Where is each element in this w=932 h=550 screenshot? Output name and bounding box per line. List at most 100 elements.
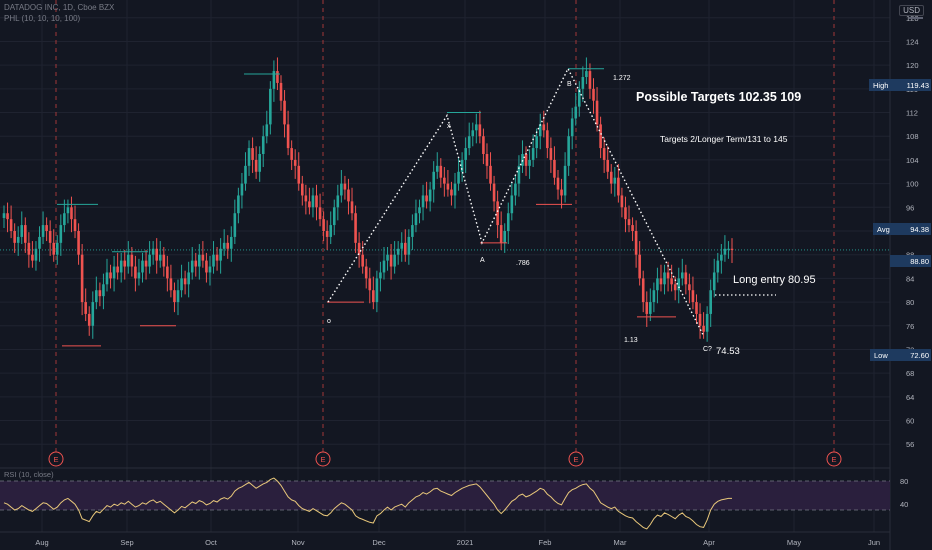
- earnings-marker-label: E: [831, 455, 836, 464]
- candle-body: [283, 100, 286, 125]
- candle-body: [680, 272, 684, 279]
- time-tick-label: Mar: [614, 538, 627, 547]
- price-tick-label: 124: [906, 37, 919, 46]
- candle-body: [453, 183, 457, 196]
- candle-body: [222, 242, 226, 249]
- candle-body: [634, 231, 638, 255]
- candle-body: [304, 195, 308, 202]
- candle-body: [446, 183, 450, 190]
- collapse-icon[interactable]: [909, 17, 923, 19]
- candle-body: [673, 284, 677, 291]
- candle-body: [166, 266, 169, 279]
- candle-body: [105, 272, 109, 285]
- candle-body: [503, 231, 507, 243]
- time-tick-label: Aug: [35, 538, 48, 547]
- candle-body: [553, 159, 556, 178]
- possible-targets-note: Possible Targets 102.35 109: [636, 90, 801, 104]
- candle-body: [240, 183, 244, 196]
- grid-lines: [0, 0, 890, 532]
- low-badge: Low 72.60: [870, 349, 931, 361]
- candle-body: [464, 148, 467, 160]
- candle-body: [45, 225, 48, 231]
- candle-body: [514, 183, 517, 196]
- candle-body: [38, 236, 41, 249]
- time-tick-label: Nov: [291, 538, 305, 547]
- candle-body: [98, 290, 102, 297]
- chart-canvas[interactable]: 1281241201161121081041009692888480767268…: [0, 0, 932, 550]
- candle-body: [457, 171, 460, 184]
- candle-body: [684, 272, 688, 285]
- candle-body: [212, 254, 215, 267]
- candle-body: [13, 231, 16, 243]
- candle-body: [528, 159, 531, 166]
- candle-body: [606, 159, 610, 172]
- candle-body: [435, 165, 439, 172]
- candle-body: [730, 248, 734, 250]
- candle-body: [95, 290, 98, 303]
- candle-body: [219, 248, 222, 261]
- svg-text:88.80: 88.80: [910, 257, 929, 266]
- candle-body: [190, 260, 194, 273]
- candle-body: [506, 213, 510, 231]
- candle-body: [688, 284, 691, 291]
- time-tick-label: Jun: [868, 538, 880, 547]
- price-tick-label: 112: [906, 109, 918, 118]
- price-tick-label: 108: [906, 132, 919, 141]
- candle-body: [6, 213, 9, 220]
- price-tick-label: 100: [906, 180, 919, 189]
- candle-body: [705, 313, 709, 332]
- candle-body: [247, 148, 251, 166]
- candle-body: [116, 266, 119, 273]
- pivot-a-label: A: [480, 257, 485, 264]
- candle-body: [205, 260, 208, 273]
- svg-text:High: High: [873, 81, 888, 90]
- candle-body: [393, 254, 396, 267]
- candle-body: [158, 254, 162, 261]
- indicator-title[interactable]: PHL (10, 10, 10, 100): [4, 14, 80, 23]
- candle-body: [613, 177, 617, 184]
- candle-body: [276, 71, 279, 83]
- candle-body: [24, 225, 27, 243]
- candle-body: [631, 225, 634, 231]
- candle-body: [80, 254, 84, 303]
- candle-body: [475, 124, 478, 131]
- candle-body: [311, 195, 315, 208]
- currency-badge[interactable]: USD: [899, 5, 924, 16]
- candle-body: [169, 278, 173, 291]
- candle-body: [233, 213, 237, 237]
- candle-body: [666, 272, 670, 279]
- svg-text:Low: Low: [874, 351, 888, 360]
- candle-body: [340, 183, 343, 196]
- candle-body: [258, 154, 261, 172]
- candle-body: [602, 148, 606, 160]
- time-tick-label: Oct: [205, 538, 218, 547]
- rsi-axis-80: 80: [900, 477, 908, 486]
- price-tick-label: 80: [906, 298, 914, 307]
- candle-body: [126, 254, 130, 267]
- candle-body: [229, 236, 233, 249]
- candle-body: [496, 201, 499, 226]
- candle-body: [194, 260, 198, 267]
- earnings-markers[interactable]: EEEE: [48, 451, 842, 467]
- time-axis[interactable]: Aug Sep Oct Nov Dec 2021 Feb Mar Apr May Jun: [35, 538, 880, 547]
- candle-body: [63, 213, 66, 226]
- rsi-label: RSI (10, close): [4, 470, 54, 479]
- candle-body: [329, 225, 333, 237]
- time-tick-label: Dec: [372, 538, 386, 547]
- candle-body: [570, 118, 574, 137]
- earnings-marker-label: E: [53, 455, 58, 464]
- candle-body: [411, 225, 414, 237]
- candle-body: [677, 278, 681, 291]
- candle-body: [563, 165, 567, 196]
- candle-body: [308, 201, 311, 208]
- pivot-x-label: x: [447, 123, 451, 130]
- candle-body: [638, 254, 641, 279]
- symbol-title[interactable]: DATADOG INC, 1D, Cboe BZX: [4, 3, 114, 12]
- candle-body: [560, 189, 563, 196]
- svg-text:72.60: 72.60: [910, 351, 929, 360]
- candle-body: [16, 236, 20, 243]
- candle-body: [336, 195, 340, 208]
- last-price-badge: 88.80: [890, 255, 931, 267]
- candle-body: [389, 254, 393, 267]
- fib-786-label: .786: [516, 260, 530, 267]
